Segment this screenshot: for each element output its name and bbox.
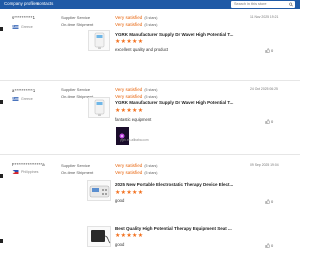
like-button[interactable]: 0 xyxy=(265,199,274,205)
greece-flag-icon xyxy=(12,25,19,29)
like-count: 0 xyxy=(271,243,274,248)
review-comment: excellent quality and product xyxy=(115,47,169,52)
thumbs-up-icon xyxy=(265,119,270,125)
review-divider xyxy=(0,80,300,81)
page-edge-marker xyxy=(0,239,3,243)
review-photo[interactable] xyxy=(116,127,129,145)
ontime-shipment-stars: (5 stars) xyxy=(144,22,158,27)
like-button[interactable]: 0 xyxy=(265,119,274,125)
supplier-service-stars: (5 stars) xyxy=(144,163,158,168)
like-button[interactable]: 0 xyxy=(265,243,274,249)
page-edge-marker xyxy=(0,174,3,178)
ontime-shipment-value: Very satisfied xyxy=(115,169,143,175)
ontime-shipment-value: Very satisfied xyxy=(115,93,143,99)
supplier-service-value: Very satisfied xyxy=(115,14,143,20)
supplier-service-label: Supplier Service xyxy=(61,87,91,92)
ontime-shipment-rating: Very satisfied (5 stars) xyxy=(115,94,158,99)
therapy-device-image xyxy=(94,32,105,49)
reviewer-name: a**********1 xyxy=(12,88,36,93)
philippines-flag-icon xyxy=(12,170,19,174)
like-count: 0 xyxy=(271,48,274,53)
ontime-shipment-stars: (5 stars) xyxy=(144,94,158,99)
supplier-service-label: Supplier Service xyxy=(61,163,91,168)
search-placeholder: Search in this store xyxy=(234,2,267,6)
review-divider xyxy=(0,154,300,155)
ontime-shipment-rating: Very satisfied (5 stars) xyxy=(115,170,158,175)
review-comment: good xyxy=(115,198,125,203)
nav-company-profile[interactable]: Company profile▾ xyxy=(4,1,39,6)
product-title[interactable]: 2025 New Portable Electrostatic Therapy … xyxy=(115,182,233,187)
like-count: 0 xyxy=(271,199,274,204)
rating-stars: ★★★★★ xyxy=(115,190,144,196)
thumbs-up-icon xyxy=(265,48,270,54)
therapy-seat-pad-image xyxy=(91,230,111,244)
review-comment: good xyxy=(115,242,125,247)
photo-watermark: ygrk.en.alibaba.com xyxy=(120,138,149,142)
product-thumbnail[interactable] xyxy=(87,180,111,201)
supplier-service-value: Very satisfied xyxy=(115,86,143,92)
supplier-service-rating: Very satisfied (5 stars) xyxy=(115,163,158,168)
ontime-shipment-value: Very satisfied xyxy=(115,21,143,27)
ontime-shipment-stars: (5 stars) xyxy=(144,170,158,175)
review-date: 24 Oct 2025 06:25 xyxy=(250,87,278,91)
page-edge-marker xyxy=(0,100,3,104)
supplier-service-stars: (5 stars) xyxy=(144,87,158,92)
product-title[interactable]: Best Quality High Potential Therapy Equi… xyxy=(115,226,232,231)
supplier-service-rating: Very satisfied (5 stars) xyxy=(115,15,158,20)
search-icon[interactable] xyxy=(289,2,293,7)
reviewer-country: Greece xyxy=(21,25,33,29)
product-title[interactable]: YGRK Manufacturer Supply Dr Wave! High P… xyxy=(115,100,233,105)
nav-company-profile-label: Company profile xyxy=(4,1,36,6)
review-date: 11 Nov 2025 19:21 xyxy=(250,15,279,19)
reviewer-country: Greece xyxy=(21,97,33,101)
nav-contacts[interactable]: Contacts xyxy=(36,1,53,6)
review-date: 09 Sep 2025 19:04 xyxy=(250,163,279,167)
page-edge-marker xyxy=(0,27,3,31)
search-input[interactable]: Search in this store xyxy=(231,1,295,8)
review-comment: fantastic equipment xyxy=(115,117,152,122)
rating-stars: ★★★★★ xyxy=(115,233,144,239)
reviewer-name: F***************a xyxy=(12,162,45,167)
supplier-service-stars: (5 stars) xyxy=(144,15,158,20)
supplier-service-value: Very satisfied xyxy=(115,162,143,168)
rating-stars: ★★★★★ xyxy=(115,39,144,45)
supplier-service-label: Supplier Service xyxy=(61,15,91,20)
ontime-shipment-rating: Very satisfied (5 stars) xyxy=(115,22,158,27)
like-button[interactable]: 0 xyxy=(265,48,274,54)
product-title[interactable]: YGRK Manufacturer Supply Dr Wave! High P… xyxy=(115,32,233,37)
thumbs-up-icon xyxy=(265,243,270,249)
thumbs-up-icon xyxy=(265,199,270,205)
product-thumbnail[interactable] xyxy=(88,30,110,51)
purple-light-photo xyxy=(119,133,125,139)
reviewer-country: Philippines xyxy=(21,170,39,174)
portable-therapy-device-image xyxy=(89,185,110,198)
ontime-shipment-label: On-time Shipment xyxy=(61,22,94,27)
product-thumbnail[interactable] xyxy=(88,97,110,118)
like-count: 0 xyxy=(271,119,274,124)
product-thumbnail[interactable] xyxy=(87,226,111,247)
reviewer-name: s**********1 xyxy=(12,15,36,20)
ontime-shipment-label: On-time Shipment xyxy=(61,170,94,175)
supplier-service-rating: Very satisfied (5 stars) xyxy=(115,87,158,92)
store-top-bar: Company profile▾ Contacts Search in this… xyxy=(0,0,300,9)
rating-stars: ★★★★★ xyxy=(115,108,144,114)
therapy-device-image xyxy=(94,99,105,116)
greece-flag-icon xyxy=(12,97,19,101)
